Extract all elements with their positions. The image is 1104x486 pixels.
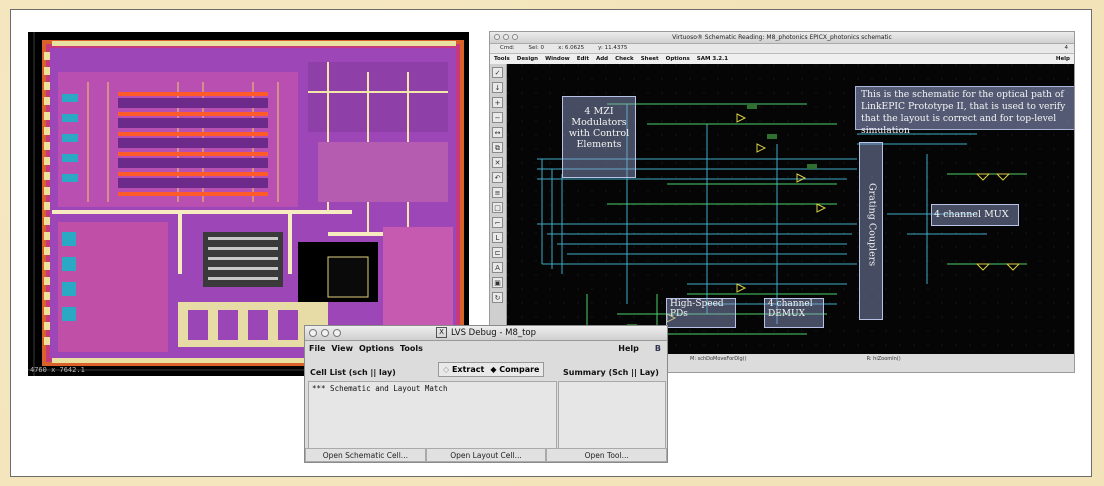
- lvs-minimize-button[interactable]: [321, 329, 329, 337]
- status-y: y: 11.4375: [598, 45, 628, 51]
- compare-radio-icon: ◆: [490, 365, 497, 374]
- zoom-out-tool-icon[interactable]: −: [492, 112, 503, 123]
- menu-check[interactable]: Check: [615, 54, 634, 64]
- return-tool-icon[interactable]: ↻: [492, 292, 503, 303]
- status-x: x: 6.0625: [558, 45, 585, 51]
- stretch-tool-icon[interactable]: ↔: [492, 127, 503, 138]
- schematic-canvas[interactable]: This is the schematic for the optical pa…: [507, 64, 1074, 356]
- schematic-description-annotation: This is the schematic for the optical pa…: [855, 86, 1074, 136]
- schematic-toolbar: ✓ ↓ + − ↔ ⧉ ✕ ↶ ≡ □ ⌐ L ⊏ A ▣ ↻: [490, 64, 507, 354]
- lvs-window-controls[interactable]: [309, 329, 341, 337]
- lvs-close-button[interactable]: [309, 329, 317, 337]
- menu-help[interactable]: Help: [1056, 54, 1070, 64]
- delete-tool-icon[interactable]: ✕: [492, 157, 503, 168]
- open-layout-cell-button[interactable]: Open Layout Cell...: [425, 448, 547, 462]
- lvs-menu-file[interactable]: File: [309, 341, 325, 357]
- menu-edit[interactable]: Edit: [577, 54, 589, 64]
- menu-sheet[interactable]: Sheet: [641, 54, 659, 64]
- demux-label: 4 channel DEMUX: [764, 298, 824, 328]
- layout-coordinate-readout: 4760 x 7642.1: [30, 366, 85, 374]
- compare-radio[interactable]: ◆ Compare: [490, 365, 539, 374]
- schematic-status-bar: Cmd: Sel: 0 x: 6.0625 y: 11.4375 4: [490, 44, 1074, 54]
- undo-tool-icon[interactable]: ↶: [492, 172, 503, 183]
- menu-sam[interactable]: SAM 3.2.1: [697, 54, 728, 64]
- descend-tool-icon[interactable]: ▣: [492, 277, 503, 288]
- cell-list[interactable]: *** Schematic and Layout Match: [308, 381, 557, 449]
- schematic-window-title: Virtuoso® Schematic Reading: M8_photonic…: [672, 34, 892, 41]
- menu-design[interactable]: Design: [517, 54, 538, 64]
- lvs-titlebar[interactable]: X LVS Debug - M8_top: [305, 326, 667, 341]
- mzi-modulators-label: 4 MZI Modulators with Control Elements: [562, 96, 636, 178]
- zoom-window-button[interactable]: [512, 34, 518, 40]
- window-controls[interactable]: [494, 34, 518, 40]
- zoom-in-tool-icon[interactable]: +: [492, 97, 503, 108]
- lvs-button-bar: Open Schematic Cell... Open Layout Cell.…: [305, 448, 668, 462]
- label-tool-icon[interactable]: A: [492, 262, 503, 273]
- summary-label: Summary (Sch || Lay): [563, 368, 659, 377]
- grating-couplers-text: Grating Couplers: [866, 183, 878, 267]
- pin-tool-icon[interactable]: ⊏: [492, 247, 503, 258]
- copy-tool-icon[interactable]: ⧉: [492, 142, 503, 153]
- lvs-window-title: LVS Debug - M8_top: [450, 328, 537, 338]
- status-cmd: Cmd:: [500, 45, 515, 51]
- lvs-menubar: File View Options Tools Help B: [305, 341, 667, 357]
- save-tool-icon[interactable]: ↓: [492, 82, 503, 93]
- schematic-window[interactable]: Virtuoso® Schematic Reading: M8_photonic…: [489, 31, 1075, 373]
- wire-tool-icon[interactable]: ⌐: [492, 217, 503, 228]
- extract-compare-toggle: ◇ Extract ◆ Compare: [438, 362, 544, 377]
- lvs-zoom-button[interactable]: [333, 329, 341, 337]
- x11-logo-icon: X: [435, 327, 447, 338]
- photodiodes-label: High-Speed PDs: [666, 298, 736, 328]
- open-tool-button[interactable]: Open Tool...: [546, 448, 668, 462]
- status-right: 4: [1064, 45, 1069, 51]
- bookmark-icon[interactable]: B: [655, 341, 661, 357]
- status-sel: Sel: 0: [528, 45, 545, 51]
- minimize-window-button[interactable]: [503, 34, 509, 40]
- summary-panel[interactable]: [558, 381, 666, 449]
- check-save-tool-icon[interactable]: ✓: [492, 67, 503, 78]
- property-tool-icon[interactable]: ≡: [492, 187, 503, 198]
- menu-window[interactable]: Window: [545, 54, 570, 64]
- lvs-menu-view[interactable]: View: [331, 341, 353, 357]
- close-window-button[interactable]: [494, 34, 500, 40]
- list-item[interactable]: *** Schematic and Layout Match: [312, 384, 553, 393]
- extract-radio-icon: ◇: [443, 365, 450, 374]
- mouse-left-hint: M: schDoMoveForDlg(): [690, 356, 747, 362]
- open-schematic-cell-button[interactable]: Open Schematic Cell...: [305, 448, 426, 462]
- instance-tool-icon[interactable]: □: [492, 202, 503, 213]
- wire-name-tool-icon[interactable]: L: [492, 232, 503, 243]
- mux-label: 4 channel MUX: [931, 204, 1019, 226]
- lvs-menu-help[interactable]: Help: [618, 341, 639, 357]
- schematic-titlebar[interactable]: Virtuoso® Schematic Reading: M8_photonic…: [490, 32, 1074, 44]
- grating-couplers-label: Grating Couplers: [859, 142, 883, 320]
- lvs-header-row: Cell List (sch || lay) ◇ Extract ◆ Compa…: [305, 360, 667, 382]
- lvs-menu-options[interactable]: Options: [359, 341, 394, 357]
- menu-add[interactable]: Add: [596, 54, 608, 64]
- extract-radio[interactable]: ◇ Extract: [443, 365, 484, 374]
- lvs-debug-window[interactable]: X LVS Debug - M8_top File View Options To…: [304, 325, 668, 463]
- mouse-right-hint: R: hiZoomIn(): [866, 356, 901, 362]
- lvs-menu-tools[interactable]: Tools: [400, 341, 423, 357]
- menu-options[interactable]: Options: [666, 54, 690, 64]
- compare-label: Compare: [499, 365, 540, 374]
- menu-tools[interactable]: Tools: [494, 54, 510, 64]
- cell-list-label: Cell List (sch || lay): [310, 368, 396, 377]
- extract-label: Extract: [451, 365, 485, 374]
